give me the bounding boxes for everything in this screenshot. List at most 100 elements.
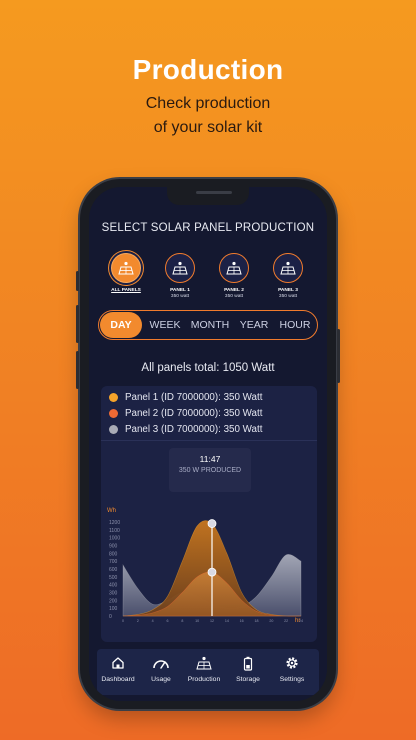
- panel-option-watt: 350 watt: [224, 294, 244, 299]
- y-tick-label: 600: [109, 567, 118, 573]
- battery-icon: [243, 656, 253, 671]
- x-tick-label: 20: [269, 619, 273, 623]
- chart-tooltip: 11:47 350 W PRODUCED: [169, 448, 251, 492]
- x-tick-label: 10: [195, 619, 199, 623]
- tab-month[interactable]: MONTH: [186, 319, 234, 331]
- legend-label: Panel 2 (ID 7000000): 350 Watt: [125, 408, 263, 419]
- panel-option-circle: [111, 253, 141, 283]
- solar-panel-icon: [196, 656, 212, 670]
- y-tick-label: 700: [109, 559, 118, 565]
- y-tick-label: 0: [109, 614, 112, 620]
- hero-title: Production: [132, 54, 284, 85]
- legend-dot: [109, 393, 118, 402]
- panel-option-label: ALL PANELS: [111, 288, 141, 293]
- app-screen: SELECT SOLAR PANEL PRODUCTION ALL PANELS: [89, 187, 327, 701]
- tooltip-value: 350 W PRODUCED: [178, 467, 242, 474]
- gear-icon: [286, 657, 298, 669]
- panel-option-3[interactable]: PANEL 3 350 watt: [266, 253, 310, 299]
- hero-subtitle: Check production of your solar kit: [0, 92, 416, 140]
- legend-dot: [109, 425, 118, 434]
- legend-item-panel-3[interactable]: Panel 3 (ID 7000000): 350 Watt: [109, 424, 262, 435]
- phone-power-button: [337, 329, 340, 383]
- phone-volume-down: [76, 351, 79, 389]
- y-tick-label: 1100: [109, 528, 120, 534]
- bottom-nav: Dashboard Usage Production Storage Setti…: [97, 649, 319, 695]
- x-tick-label: 14: [225, 619, 229, 623]
- x-tick-label: 18: [255, 619, 259, 623]
- panel-option-circle: [165, 253, 195, 283]
- x-tick-label: 4: [152, 619, 154, 623]
- y-tick-label: 1000: [109, 536, 120, 542]
- panel-option-label: PANEL 2: [224, 288, 244, 293]
- total-production: All panels total: 1050 Watt: [141, 362, 275, 374]
- nav-dashboard[interactable]: Dashboard: [97, 653, 139, 683]
- y-tick-label: 300: [109, 591, 118, 597]
- hero-subtitle-line1: Check production: [145, 95, 271, 112]
- speaker: [196, 191, 232, 194]
- nav-label: Dashboard: [101, 676, 135, 683]
- gauge-icon: [153, 660, 169, 669]
- production-chart-card: Panel 1 (ID 7000000): 350 Watt Panel 2 (…: [101, 386, 317, 642]
- nav-usage[interactable]: Usage: [140, 653, 182, 683]
- phone-side-button: [76, 271, 79, 291]
- y-tick-label: 500: [109, 575, 118, 581]
- y-axis-label: Wh: [107, 508, 116, 514]
- panel-option-circle: [273, 253, 303, 283]
- nav-label: Storage: [236, 676, 260, 683]
- legend-label: Panel 3 (ID 7000000): 350 Watt: [125, 424, 263, 435]
- x-tick-label: 0: [122, 619, 124, 623]
- x-tick-label: 2: [137, 619, 139, 623]
- solar-panel-icon: [118, 261, 134, 275]
- y-tick-label: 1200: [109, 520, 120, 526]
- x-tick-label: 8: [181, 619, 183, 623]
- panel-option-label: PANEL 3: [278, 288, 298, 293]
- home-icon: [112, 657, 124, 669]
- period-selector: DAY WEEK MONTH YEAR HOUR: [98, 310, 318, 340]
- panel-option-watt: 350 watt: [170, 294, 190, 299]
- nav-storage[interactable]: Storage: [227, 653, 269, 683]
- solar-panel-icon: [280, 261, 296, 275]
- panel-option-1[interactable]: PANEL 1 350 watt: [158, 253, 202, 299]
- y-tick-label: 100: [109, 606, 118, 612]
- hero-subtitle-line2: of your solar kit: [153, 119, 263, 136]
- solar-panel-icon: [172, 261, 188, 275]
- phone-frame: SELECT SOLAR PANEL PRODUCTION ALL PANELS: [76, 179, 340, 709]
- legend-label: Panel 1 (ID 7000000): 350 Watt: [125, 392, 263, 403]
- nav-label: Production: [187, 676, 221, 683]
- nav-label: Settings: [279, 676, 305, 683]
- y-tick-label: 200: [109, 598, 118, 604]
- x-tick-label: 16: [240, 619, 244, 623]
- production-chart[interactable]: Wh 1200110010009008007006005004003002001…: [101, 498, 317, 638]
- tooltip-time: 11:47: [199, 454, 221, 464]
- highlight-point: [207, 567, 217, 577]
- solar-panel-icon: [226, 261, 242, 275]
- highlight-point: [207, 519, 217, 528]
- y-tick-label: 400: [109, 583, 118, 589]
- panel-option-all[interactable]: ALL PANELS: [104, 253, 148, 293]
- y-tick-label: 900: [109, 544, 118, 550]
- x-tick-label: 12: [210, 619, 214, 623]
- divider: [101, 440, 317, 441]
- notch: [167, 187, 249, 205]
- legend-item-panel-1[interactable]: Panel 1 (ID 7000000): 350 Watt: [109, 392, 262, 403]
- legend-dot: [109, 409, 118, 418]
- nav-label: Usage: [151, 676, 171, 683]
- tab-year[interactable]: YEAR: [234, 319, 274, 331]
- x-tick-label: 6: [167, 619, 169, 623]
- nav-production[interactable]: Production: [183, 653, 225, 683]
- panel-option-2[interactable]: PANEL 2 350 watt: [212, 253, 256, 299]
- y-tick-label: 800: [109, 551, 118, 557]
- tab-week[interactable]: WEEK: [144, 319, 186, 331]
- x-axis-label: hr: [295, 618, 300, 624]
- screen-title: SELECT SOLAR PANEL PRODUCTION: [101, 222, 315, 234]
- panel-selector: ALL PANELS PANEL 1 350 watt PANEL 2 350 …: [104, 253, 314, 313]
- panel-option-label: PANEL 1: [170, 288, 190, 293]
- phone-volume-up: [76, 305, 79, 343]
- tab-hour[interactable]: HOUR: [274, 319, 316, 331]
- legend-item-panel-2[interactable]: Panel 2 (ID 7000000): 350 Watt: [109, 408, 262, 419]
- x-tick-label: 22: [284, 619, 288, 623]
- tab-day[interactable]: DAY: [100, 312, 142, 338]
- panel-option-circle: [219, 253, 249, 283]
- nav-settings[interactable]: Settings: [271, 653, 313, 683]
- panel-option-watt: 350 watt: [278, 294, 298, 299]
